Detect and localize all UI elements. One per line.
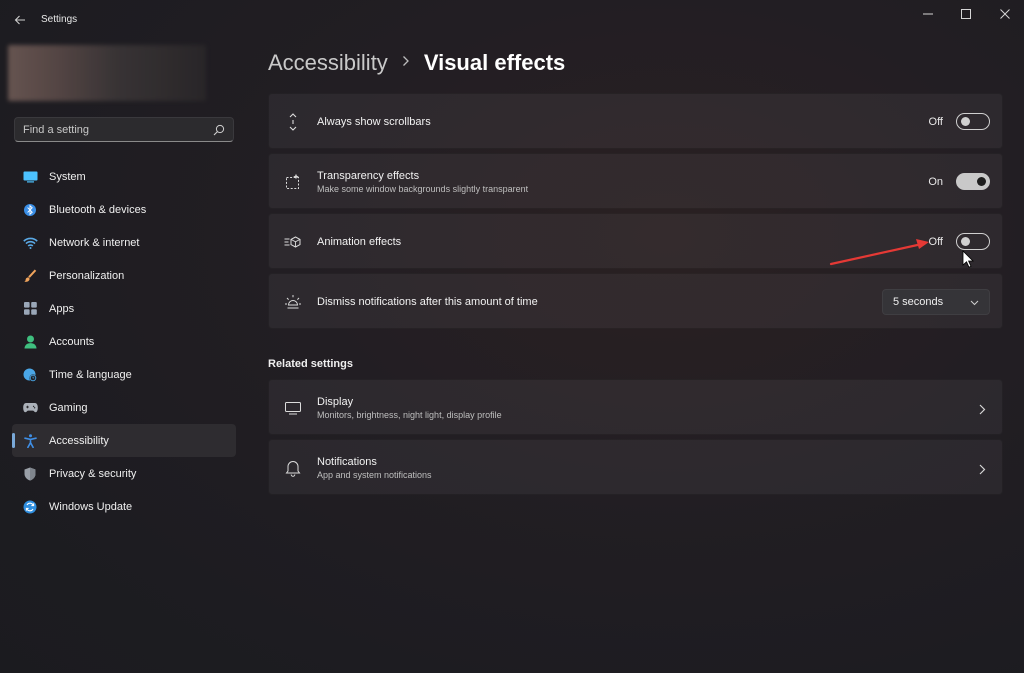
setting-title: Display xyxy=(317,396,354,408)
bluetooth-icon xyxy=(22,202,38,218)
wifi-icon xyxy=(22,235,38,251)
sun-timer-icon xyxy=(283,292,303,312)
animation-toggle[interactable] xyxy=(956,233,990,250)
sidebar-item-network[interactable]: Network & internet xyxy=(12,226,236,259)
app-title: Settings xyxy=(41,14,78,25)
toggle-state-label: Off xyxy=(928,115,943,128)
sidebar-nav: System Bluetooth & devices Network & int… xyxy=(12,160,236,523)
setting-title: Transparency effects xyxy=(317,170,420,182)
setting-title: Always show scrollbars xyxy=(317,116,431,128)
gamepad-icon xyxy=(22,400,38,416)
sidebar-item-label: Gaming xyxy=(49,401,88,414)
bell-icon xyxy=(283,458,303,478)
minimize-icon xyxy=(923,13,933,15)
toggle-state-label: Off xyxy=(928,235,943,248)
toggle-knob xyxy=(961,237,970,246)
sidebar-item-label: Windows Update xyxy=(49,500,133,513)
sidebar-item-apps[interactable]: Apps xyxy=(12,292,236,325)
brush-icon xyxy=(22,268,38,284)
transparency-toggle[interactable] xyxy=(956,173,990,190)
close-button[interactable] xyxy=(986,0,1024,28)
system-icon xyxy=(22,169,38,185)
setting-subtitle: Monitors, brightness, night light, displ… xyxy=(317,410,502,420)
sidebar-item-personalization[interactable]: Personalization xyxy=(12,259,236,292)
back-button[interactable] xyxy=(8,8,32,32)
toggle-knob xyxy=(977,177,986,186)
setting-animation-effects: Animation effects Off xyxy=(268,213,1003,269)
setting-transparency-effects: Transparency effects Make some window ba… xyxy=(268,153,1003,209)
dropdown-value: 5 seconds xyxy=(893,296,944,308)
sidebar-item-accounts[interactable]: Accounts xyxy=(12,325,236,358)
user-profile[interactable] xyxy=(8,45,206,101)
maximize-button[interactable] xyxy=(947,0,985,28)
setting-always-show-scrollbars: Always show scrollbars Off xyxy=(268,93,1003,149)
breadcrumb-parent[interactable]: Accessibility xyxy=(268,50,388,76)
sidebar-item-label: Bluetooth & devices xyxy=(49,203,147,216)
related-settings-heading: Related settings xyxy=(268,358,353,370)
chevron-right-icon xyxy=(979,462,986,480)
shield-icon xyxy=(22,466,38,482)
sidebar-item-gaming[interactable]: Gaming xyxy=(12,391,236,424)
breadcrumb: Accessibility Visual effects xyxy=(268,48,565,78)
minimize-button[interactable] xyxy=(909,0,947,28)
sidebar-item-system[interactable]: System xyxy=(12,160,236,193)
sidebar-item-privacy[interactable]: Privacy & security xyxy=(12,457,236,490)
sidebar-item-time-language[interactable]: Time & language xyxy=(12,358,236,391)
chevron-right-icon xyxy=(402,54,410,72)
search-icon xyxy=(213,124,225,135)
sidebar-item-windows-update[interactable]: Windows Update xyxy=(12,490,236,523)
setting-title: Animation effects xyxy=(317,236,402,248)
setting-subtitle: App and system notifications xyxy=(317,470,432,480)
close-icon xyxy=(1000,9,1010,19)
sidebar-item-label: Time & language xyxy=(49,368,132,381)
sidebar-item-label: Accessibility xyxy=(49,434,109,447)
scrollbar-icon xyxy=(283,112,303,132)
apps-icon xyxy=(22,301,38,317)
setting-subtitle: Make some window backgrounds slightly tr… xyxy=(317,184,529,194)
setting-title: Dismiss notifications after this amount … xyxy=(317,296,538,308)
related-item-display[interactable]: Display Monitors, brightness, night ligh… xyxy=(268,379,1003,435)
back-arrow-icon xyxy=(14,15,25,25)
toggle-knob xyxy=(961,117,970,126)
scrollbars-toggle[interactable] xyxy=(956,113,990,130)
sidebar-item-label: Privacy & security xyxy=(49,467,137,480)
chevron-right-icon xyxy=(979,402,986,420)
related-item-notifications[interactable]: Notifications App and system notificatio… xyxy=(268,439,1003,495)
sidebar-item-label: Personalization xyxy=(49,269,125,282)
page-title: Visual effects xyxy=(423,50,566,75)
globe-clock-icon xyxy=(22,367,38,383)
sidebar-item-bluetooth[interactable]: Bluetooth & devices xyxy=(12,193,236,226)
person-icon xyxy=(22,334,38,350)
title-bar: Settings xyxy=(0,0,1024,40)
search-input[interactable] xyxy=(23,123,213,136)
update-icon xyxy=(22,499,38,515)
setting-title: Notifications xyxy=(317,456,377,468)
sidebar-item-label: Accounts xyxy=(49,335,95,348)
maximize-icon xyxy=(961,9,971,19)
accessibility-icon xyxy=(22,433,38,449)
animation-icon xyxy=(283,232,303,252)
display-icon xyxy=(283,398,303,418)
toggle-state-label: On xyxy=(928,175,943,188)
setting-dismiss-notifications: Dismiss notifications after this amount … xyxy=(268,273,1003,329)
transparency-icon xyxy=(283,172,303,192)
chevron-down-icon xyxy=(970,293,979,311)
sidebar-item-label: Apps xyxy=(49,302,75,315)
search-box[interactable] xyxy=(14,117,234,142)
sidebar-item-accessibility[interactable]: Accessibility xyxy=(12,424,236,457)
sidebar-item-label: System xyxy=(49,170,86,183)
dismiss-time-dropdown[interactable]: 5 seconds xyxy=(882,289,990,315)
sidebar-item-label: Network & internet xyxy=(49,236,140,249)
